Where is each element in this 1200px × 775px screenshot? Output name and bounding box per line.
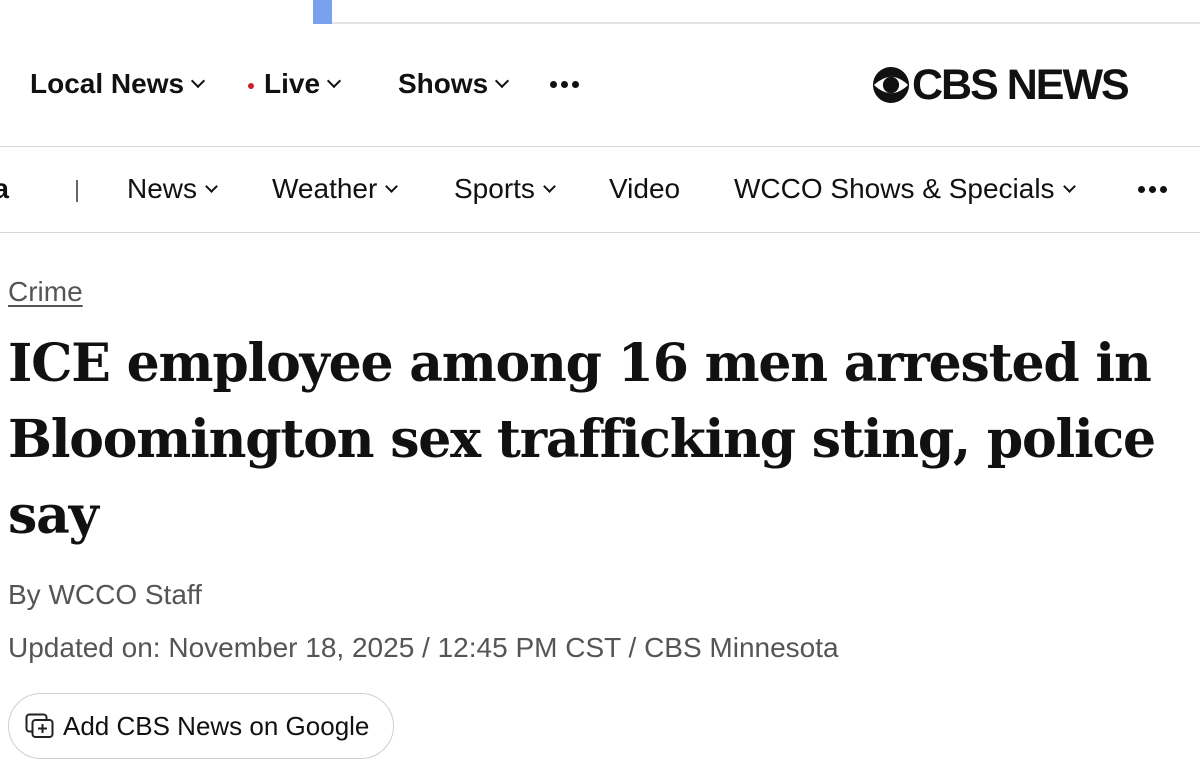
secondary-nav: ta News Weather Sports Video WCCO Shows … xyxy=(0,147,1200,233)
chevron-down-icon xyxy=(205,179,218,193)
nav-weather[interactable]: Weather xyxy=(272,173,399,205)
add-cbs-on-google-label: Add CBS News on Google xyxy=(63,710,370,741)
nav-separator xyxy=(76,180,78,202)
chevron-down-icon xyxy=(190,73,206,89)
nav-news-label: News xyxy=(127,173,198,204)
live-dot-icon xyxy=(248,82,254,89)
nav-video[interactable]: Video xyxy=(609,173,680,205)
nav-wcco-shows[interactable]: WCCO Shows & Specials xyxy=(734,173,1076,205)
article-byline: By WCCO Staff xyxy=(8,579,202,610)
more-dots-icon[interactable] xyxy=(1138,186,1167,193)
nav-live-label: Live xyxy=(264,68,321,99)
nav-local-news-label: Local News xyxy=(30,68,185,99)
nav-news[interactable]: News xyxy=(127,173,218,205)
nav-shows-label: Shows xyxy=(398,68,489,99)
logo-text: CBS NEWS xyxy=(912,61,1130,109)
chevron-down-icon xyxy=(326,73,342,89)
nav-sports[interactable]: Sports xyxy=(454,173,556,205)
top-divider xyxy=(332,22,1200,24)
article-updated: Updated on: November 18, 2025 / 12:45 PM… xyxy=(8,632,839,663)
cbs-eye-icon xyxy=(872,66,910,104)
category-link[interactable]: Crime xyxy=(8,276,83,308)
browser-top-strip xyxy=(0,0,1200,25)
chevron-down-icon xyxy=(495,73,510,89)
chevron-down-icon xyxy=(385,179,399,193)
scroll-indicator xyxy=(313,0,332,24)
nav-local-news[interactable]: Local News xyxy=(30,68,206,100)
add-cbs-on-google-button[interactable]: Add CBS News on Google xyxy=(8,693,394,759)
nav-video-label: Video xyxy=(609,173,681,204)
add-source-icon xyxy=(25,713,54,738)
chevron-down-icon xyxy=(543,179,556,193)
nav-live[interactable]: Live xyxy=(248,68,342,100)
primary-nav: Local News Live Shows CBS NEWS xyxy=(0,25,1200,147)
chevron-down-icon xyxy=(1062,179,1076,193)
cbs-news-logo[interactable]: CBS NEWS xyxy=(872,61,1130,109)
article-headline: ICE employee among 16 men arrested in Bl… xyxy=(8,333,1156,546)
nav-weather-label: Weather xyxy=(272,173,378,204)
nav-sports-label: Sports xyxy=(454,173,535,204)
nav-wcco-shows-label: WCCO Shows & Specials xyxy=(734,173,1055,204)
more-dots-icon[interactable] xyxy=(550,81,579,88)
nav-shows[interactable]: Shows xyxy=(398,68,510,100)
region-label[interactable]: ta xyxy=(0,173,9,205)
